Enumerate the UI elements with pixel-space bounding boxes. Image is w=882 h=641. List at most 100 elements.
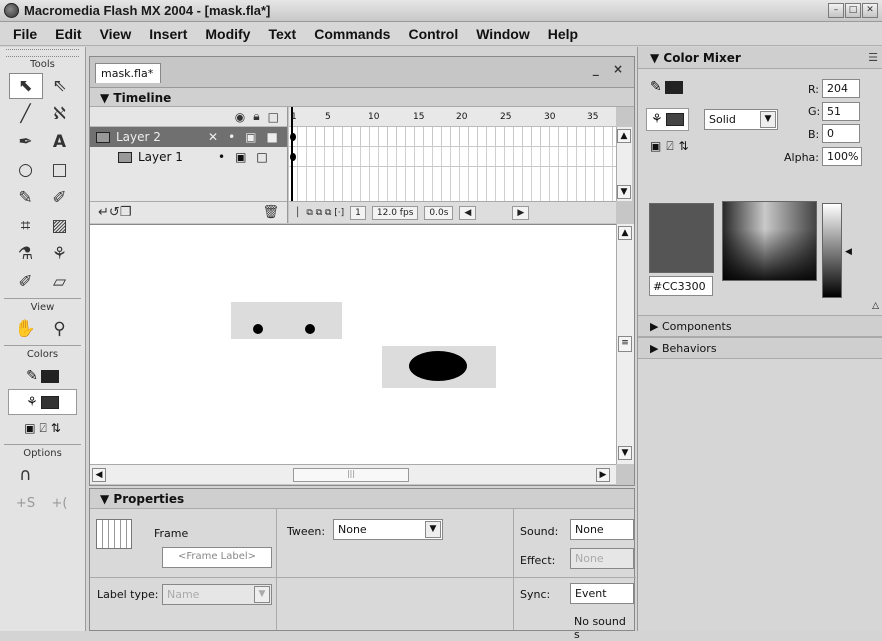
zoom-tool-icon[interactable]: ⚲ <box>43 316 77 342</box>
layer-buttons[interactable]: ↵↺❐ <box>98 205 131 220</box>
close-button[interactable]: ✕ <box>862 3 878 18</box>
fill-color-control[interactable]: ⚘ <box>8 389 77 415</box>
tween-select[interactable]: None ▼ <box>333 519 443 540</box>
paint-bucket-tool-icon[interactable]: ⚘ <box>43 241 77 267</box>
brightness-slider-arrow-icon[interactable]: ◀ <box>845 247 852 257</box>
menu-view[interactable]: View <box>91 26 141 42</box>
smooth-icon[interactable]: +S <box>9 490 43 516</box>
brush-tool-icon[interactable]: ✐ <box>43 185 77 211</box>
center-frame-icon[interactable]: │ <box>295 208 300 218</box>
menu-text[interactable]: Text <box>259 26 305 42</box>
hex-color-input[interactable]: #CC3300 <box>649 276 713 296</box>
eye-icon[interactable]: ◉ <box>235 110 245 124</box>
eraser-tool-icon[interactable]: ▱ <box>43 269 77 295</box>
hand-tool-icon[interactable]: ✋ <box>9 316 43 342</box>
frame-row[interactable] <box>289 147 616 167</box>
no-color-icon[interactable]: ⍁ <box>40 421 47 436</box>
black-white-icon[interactable]: ▣ <box>650 139 661 154</box>
timeline-scrollbar[interactable]: ▲ ▼ <box>616 127 632 201</box>
lock-icon[interactable]: ▣ <box>245 130 256 144</box>
stroke-color-swatch[interactable] <box>40 369 59 383</box>
fill-color-swatch[interactable] <box>665 113 684 126</box>
fill-type-select[interactable]: Solid ▼ <box>704 109 778 130</box>
document-tab[interactable]: mask.fla* <box>95 63 161 83</box>
straighten-icon[interactable]: +( <box>43 490 77 516</box>
text-tool-icon[interactable]: A <box>43 129 77 155</box>
color-spectrum[interactable] <box>722 201 817 281</box>
frame-grid[interactable]: 1 5 10 15 20 25 30 35 <box>289 107 616 201</box>
stage[interactable] <box>90 224 616 464</box>
pencil-tool-icon[interactable]: ✎ <box>9 185 43 211</box>
frame-ruler[interactable]: 1 5 10 15 20 25 30 35 <box>289 107 616 127</box>
trash-icon[interactable]: 🗑︎ <box>262 205 279 220</box>
scroll-thumb[interactable]: ||| <box>293 468 409 482</box>
mouth-rectangle[interactable] <box>382 346 496 388</box>
onion-skin-icon[interactable]: ⧉ ⧉ ⧉ [·] <box>306 208 344 218</box>
timeline-scroll-right[interactable]: ▶ <box>512 205 530 220</box>
snap-magnet-icon[interactable]: ∩ <box>9 462 43 488</box>
fill-transform-tool-icon[interactable]: ▨ <box>43 213 77 239</box>
green-input[interactable]: 51 <box>822 102 860 121</box>
outline-icon[interactable]: □ <box>268 110 279 124</box>
lock-icon[interactable]: ▣ <box>235 150 246 164</box>
lock-icon[interactable]: 🔒︎ <box>253 109 259 124</box>
outline-icon[interactable]: ■ <box>266 130 277 144</box>
line-tool-icon[interactable]: ╱ <box>9 101 43 127</box>
stroke-color-control[interactable]: ✎ <box>650 79 683 95</box>
arrow-tool-icon[interactable]: ⬉ <box>8 73 43 99</box>
panel-options-icon[interactable]: ☰ <box>868 51 878 64</box>
layer-row-1[interactable]: Layer 1 • ▣ □ <box>90 147 287 167</box>
blue-input[interactable]: 0 <box>822 124 860 143</box>
eyedropper-tool-icon[interactable]: ✐ <box>9 269 43 295</box>
menu-commands[interactable]: Commands <box>305 26 399 42</box>
collapse-arrow-icon[interactable]: △ <box>872 301 879 311</box>
timeline-header[interactable]: ▼ Timeline <box>90 87 634 107</box>
menu-file[interactable]: File <box>4 26 46 42</box>
alpha-input[interactable]: 100% <box>822 147 862 166</box>
stroke-color-control[interactable]: ✎ <box>0 363 85 389</box>
eyes-rectangle[interactable] <box>231 302 342 339</box>
pen-tool-icon[interactable]: ✒ <box>9 129 43 155</box>
frame-row[interactable] <box>289 127 616 147</box>
black-white-icon[interactable]: ▣ <box>24 421 35 435</box>
subselect-tool-icon[interactable]: ⇖ <box>43 73 77 99</box>
menu-insert[interactable]: Insert <box>140 26 196 42</box>
brightness-slider[interactable] <box>822 203 842 298</box>
fill-color-control[interactable]: ⚘ <box>646 108 689 131</box>
document-window-controls[interactable]: _ × <box>593 62 628 76</box>
menu-edit[interactable]: Edit <box>46 26 90 42</box>
maximize-button[interactable]: □ <box>845 3 861 18</box>
frame-label-input[interactable]: <Frame Label> <box>162 547 272 568</box>
sync-select[interactable]: Event <box>570 583 634 604</box>
components-panel-header[interactable]: ▶ Components <box>638 315 882 337</box>
swap-colors-icon[interactable]: ⇅ <box>51 421 61 435</box>
swap-colors-icon[interactable]: ⇅ <box>679 139 689 154</box>
panel-grip[interactable] <box>6 49 79 57</box>
stage-horizontal-scrollbar[interactable]: ◀ ||| ▶ <box>90 464 616 484</box>
stroke-color-swatch[interactable] <box>664 80 683 94</box>
fill-color-swatch[interactable] <box>40 395 59 409</box>
rectangle-tool-icon[interactable]: □ <box>43 157 77 183</box>
color-mixer-header[interactable]: ▼ Color Mixer ☰ <box>638 47 882 69</box>
no-color-icon[interactable]: ⍁ <box>666 139 673 154</box>
ink-bottle-tool-icon[interactable]: ⚗ <box>9 241 43 267</box>
outline-icon[interactable]: □ <box>256 150 267 164</box>
timeline-scroll-left[interactable]: ◀ <box>459 205 477 220</box>
free-transform-tool-icon[interactable]: ⌗ <box>9 213 43 239</box>
effect-select[interactable]: None <box>570 548 634 569</box>
menu-help[interactable]: Help <box>539 26 587 42</box>
stage-vertical-scrollbar[interactable]: ▲ ≡ ▼ <box>616 224 634 464</box>
label-type-select[interactable]: Name ▼ <box>162 584 272 605</box>
behaviors-panel-header[interactable]: ▶ Behaviors <box>638 337 882 359</box>
menu-control[interactable]: Control <box>399 26 467 42</box>
properties-header[interactable]: ▼ Properties <box>90 489 634 509</box>
menu-window[interactable]: Window <box>467 26 539 42</box>
menu-modify[interactable]: Modify <box>196 26 259 42</box>
red-input[interactable]: 204 <box>822 79 860 98</box>
lasso-tool-icon[interactable]: ℵ <box>43 101 77 127</box>
oval-tool-icon[interactable]: ○ <box>9 157 43 183</box>
minimize-button[interactable]: – <box>828 3 844 18</box>
layer-row-2[interactable]: Layer 2 ✕ • ▣ ■ <box>90 127 287 147</box>
sound-select[interactable]: None <box>570 519 634 540</box>
playhead[interactable] <box>291 107 293 201</box>
